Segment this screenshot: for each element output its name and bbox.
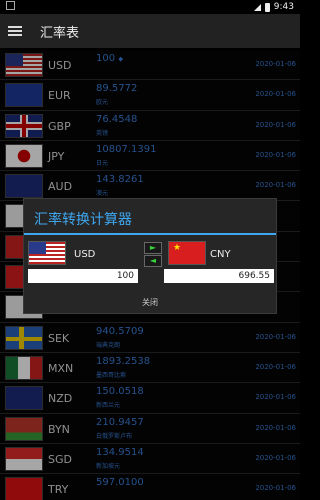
signal-icon bbox=[253, 3, 261, 11]
menu-icon[interactable] bbox=[8, 26, 22, 36]
clock: 9:43 bbox=[273, 2, 294, 12]
close-button[interactable]: 关闭 bbox=[24, 293, 276, 313]
convert-forward-button[interactable]: ► bbox=[144, 242, 162, 254]
notification-icons bbox=[6, 1, 15, 13]
page-title: 汇率表 bbox=[40, 25, 80, 41]
from-currency-code[interactable]: USD bbox=[74, 249, 95, 260]
notification-icon bbox=[6, 1, 15, 10]
to-amount-input[interactable]: 696.55 bbox=[164, 269, 274, 283]
convert-backward-button[interactable]: ◄ bbox=[144, 255, 162, 267]
to-currency-code[interactable]: CNY bbox=[210, 249, 231, 260]
cn-flag-icon[interactable] bbox=[168, 241, 206, 265]
app-bar: 汇率表 bbox=[0, 14, 300, 48]
from-amount-input[interactable]: 100 bbox=[28, 269, 138, 283]
dialog-title: 汇率转换计算器 bbox=[24, 199, 276, 235]
status-bar: 9:43 bbox=[0, 0, 300, 14]
battery-icon bbox=[264, 2, 270, 12]
system-tray: 9:43 bbox=[253, 2, 294, 12]
us-flag-icon[interactable] bbox=[28, 241, 66, 265]
converter-row: USD ► ◄ CNY bbox=[28, 241, 274, 267]
converter-dialog: 汇率转换计算器 USD ► ◄ CNY 100 696.55 关闭 bbox=[23, 198, 277, 314]
